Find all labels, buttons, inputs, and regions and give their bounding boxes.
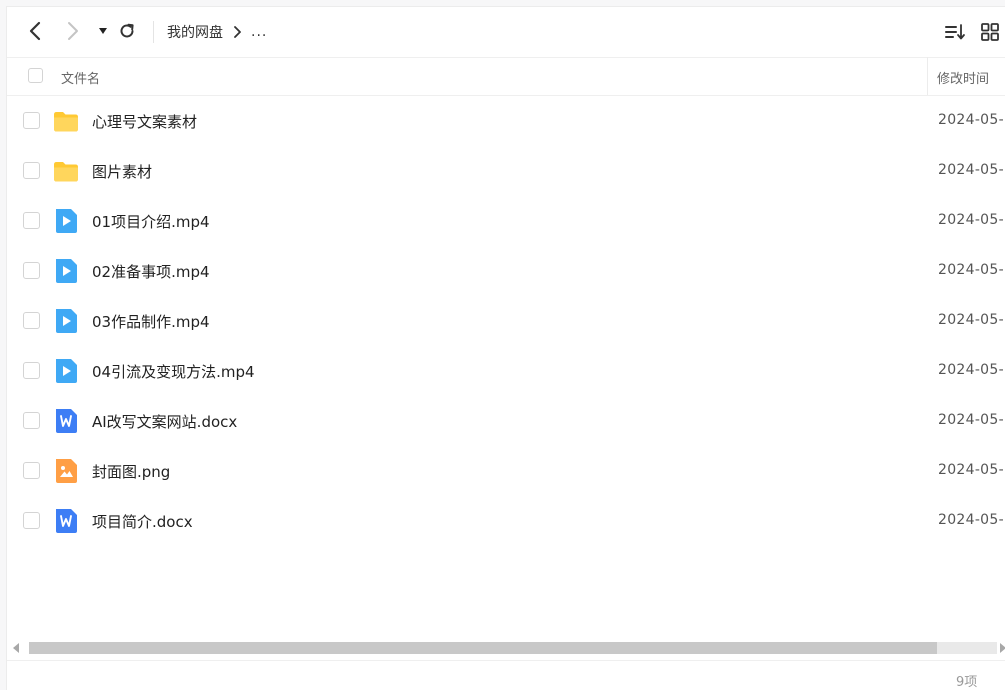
- table-row[interactable]: 封面图.png 2024-05-: [7, 446, 1005, 496]
- row-checkbox[interactable]: [23, 312, 40, 329]
- caret-down-icon: [99, 28, 107, 34]
- modified-time: 2024-05-: [938, 212, 1004, 228]
- breadcrumb-more[interactable]: ...: [251, 24, 267, 40]
- table-row[interactable]: 03作品制作.mp4 2024-05-: [7, 296, 1005, 346]
- row-checkbox[interactable]: [23, 212, 40, 229]
- grid-view-button[interactable]: [979, 21, 1001, 43]
- table-row[interactable]: AI改写文案网站.docx 2024-05-: [7, 396, 1005, 446]
- row-checkbox[interactable]: [23, 362, 40, 379]
- modified-time: 2024-05-: [938, 512, 1004, 528]
- scrollbar-thumb[interactable]: [29, 642, 937, 654]
- word-doc-icon: [53, 408, 79, 434]
- file-name[interactable]: 01项目介绍.mp4: [92, 211, 210, 232]
- row-checkbox[interactable]: [23, 512, 40, 529]
- forward-button[interactable]: [61, 19, 85, 43]
- refresh-icon: [120, 23, 134, 38]
- file-name[interactable]: AI改写文案网站.docx: [92, 411, 237, 432]
- folder-icon: [53, 158, 79, 184]
- row-checkbox[interactable]: [23, 162, 40, 179]
- file-name[interactable]: 项目简介.docx: [92, 511, 193, 532]
- table-header: 文件名 修改时间: [7, 57, 1005, 96]
- file-name[interactable]: 03作品制作.mp4: [92, 311, 210, 332]
- sort-list-icon: [945, 24, 965, 40]
- column-header-name[interactable]: 文件名: [61, 68, 100, 87]
- back-button[interactable]: [23, 19, 47, 43]
- footer-divider: [7, 660, 1005, 661]
- refresh-button[interactable]: [115, 19, 139, 43]
- modified-time: 2024-05-: [938, 112, 1004, 128]
- file-browser-panel: 我的网盘 ... 文件名 修改时间 心理号文案素材 2024-05- 图片素材 …: [6, 6, 1005, 690]
- video-file-icon: [53, 208, 79, 234]
- file-name[interactable]: 心理号文案素材: [92, 111, 197, 132]
- row-checkbox[interactable]: [23, 412, 40, 429]
- scroll-right-icon[interactable]: [1000, 643, 1005, 653]
- column-header-modified[interactable]: 修改时间: [937, 68, 989, 87]
- modified-time: 2024-05-: [938, 262, 1004, 278]
- modified-time: 2024-05-: [938, 312, 1004, 328]
- modified-time: 2024-05-: [938, 362, 1004, 378]
- row-checkbox[interactable]: [23, 112, 40, 129]
- grid-view-icon: [981, 23, 999, 41]
- table-row[interactable]: 项目简介.docx 2024-05-: [7, 496, 1005, 546]
- word-doc-icon: [53, 508, 79, 534]
- history-dropdown-button[interactable]: [91, 19, 115, 43]
- file-name[interactable]: 04引流及变现方法.mp4: [92, 361, 255, 382]
- chevron-left-icon: [29, 21, 41, 41]
- video-file-icon: [53, 358, 79, 384]
- select-all-checkbox[interactable]: [28, 68, 43, 83]
- file-name[interactable]: 封面图.png: [92, 461, 170, 482]
- row-checkbox[interactable]: [23, 462, 40, 479]
- file-name[interactable]: 02准备事项.mp4: [92, 261, 210, 282]
- item-count: 9项: [956, 675, 978, 690]
- table-row[interactable]: 01项目介绍.mp4 2024-05-: [7, 196, 1005, 246]
- modified-time: 2024-05-: [938, 462, 1004, 478]
- sort-button[interactable]: [943, 21, 967, 43]
- breadcrumb-root[interactable]: 我的网盘: [167, 22, 223, 42]
- video-file-icon: [53, 308, 79, 334]
- toolbar: 我的网盘 ...: [7, 7, 1005, 58]
- chevron-right-icon: [68, 22, 78, 40]
- file-list: 心理号文案素材 2024-05- 图片素材 2024-05- 01项目介绍.mp4 202…: [7, 96, 1005, 546]
- image-file-icon: [53, 458, 79, 484]
- table-row[interactable]: 02准备事项.mp4 2024-05-: [7, 246, 1005, 296]
- table-row[interactable]: 心理号文案素材 2024-05-: [7, 96, 1005, 146]
- file-name[interactable]: 图片素材: [92, 161, 152, 182]
- toolbar-divider: [153, 21, 154, 43]
- scroll-left-icon[interactable]: [13, 643, 21, 653]
- row-checkbox[interactable]: [23, 262, 40, 279]
- modified-time: 2024-05-: [938, 162, 1004, 178]
- breadcrumb: 我的网盘 ...: [167, 22, 267, 42]
- modified-time: 2024-05-: [938, 412, 1004, 428]
- video-file-icon: [53, 258, 79, 284]
- table-row[interactable]: 04引流及变现方法.mp4 2024-05-: [7, 346, 1005, 396]
- folder-icon: [53, 108, 79, 134]
- horizontal-scrollbar[interactable]: [7, 640, 1005, 656]
- column-divider[interactable]: [927, 57, 928, 95]
- table-row[interactable]: 图片素材 2024-05-: [7, 146, 1005, 196]
- breadcrumb-separator-icon: [233, 26, 241, 38]
